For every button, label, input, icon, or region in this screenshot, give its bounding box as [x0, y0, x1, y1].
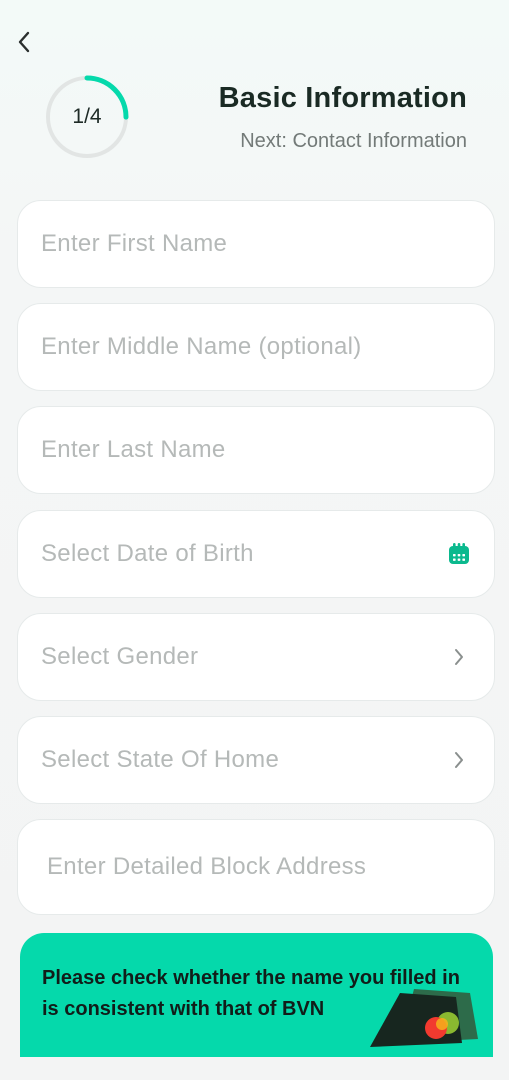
state-of-home-placeholder: Select State Of Home	[41, 746, 280, 773]
gender-select[interactable]: Select Gender	[17, 613, 495, 701]
step-progress-label: 1/4	[72, 105, 102, 128]
last-name-field[interactable]	[17, 406, 495, 494]
middle-name-field[interactable]	[17, 303, 495, 391]
back-button[interactable]	[10, 28, 38, 56]
date-of-birth-placeholder: Select Date of Birth	[41, 540, 254, 567]
first-name-input[interactable]	[41, 230, 472, 258]
date-of-birth-select[interactable]: Select Date of Birth	[17, 510, 495, 598]
middle-name-input[interactable]	[41, 333, 472, 361]
state-of-home-select[interactable]: Select State Of Home	[17, 716, 495, 804]
last-name-input[interactable]	[41, 436, 472, 464]
chevron-right-icon	[446, 747, 472, 773]
chevron-right-icon	[446, 644, 472, 670]
page-title: Basic Information	[218, 82, 467, 114]
calendar-icon	[446, 541, 472, 567]
cards-icon	[370, 989, 478, 1047]
chevron-left-icon	[18, 31, 30, 53]
block-address-field[interactable]	[17, 819, 495, 915]
bvn-notice-banner: Please check whether the name you filled…	[20, 933, 493, 1057]
next-step-label: Next: Contact Information	[240, 130, 467, 152]
gender-placeholder: Select Gender	[41, 643, 199, 670]
step-progress-ring: 1/4	[44, 74, 130, 160]
block-address-input[interactable]	[47, 853, 472, 881]
first-name-field[interactable]	[17, 200, 495, 288]
